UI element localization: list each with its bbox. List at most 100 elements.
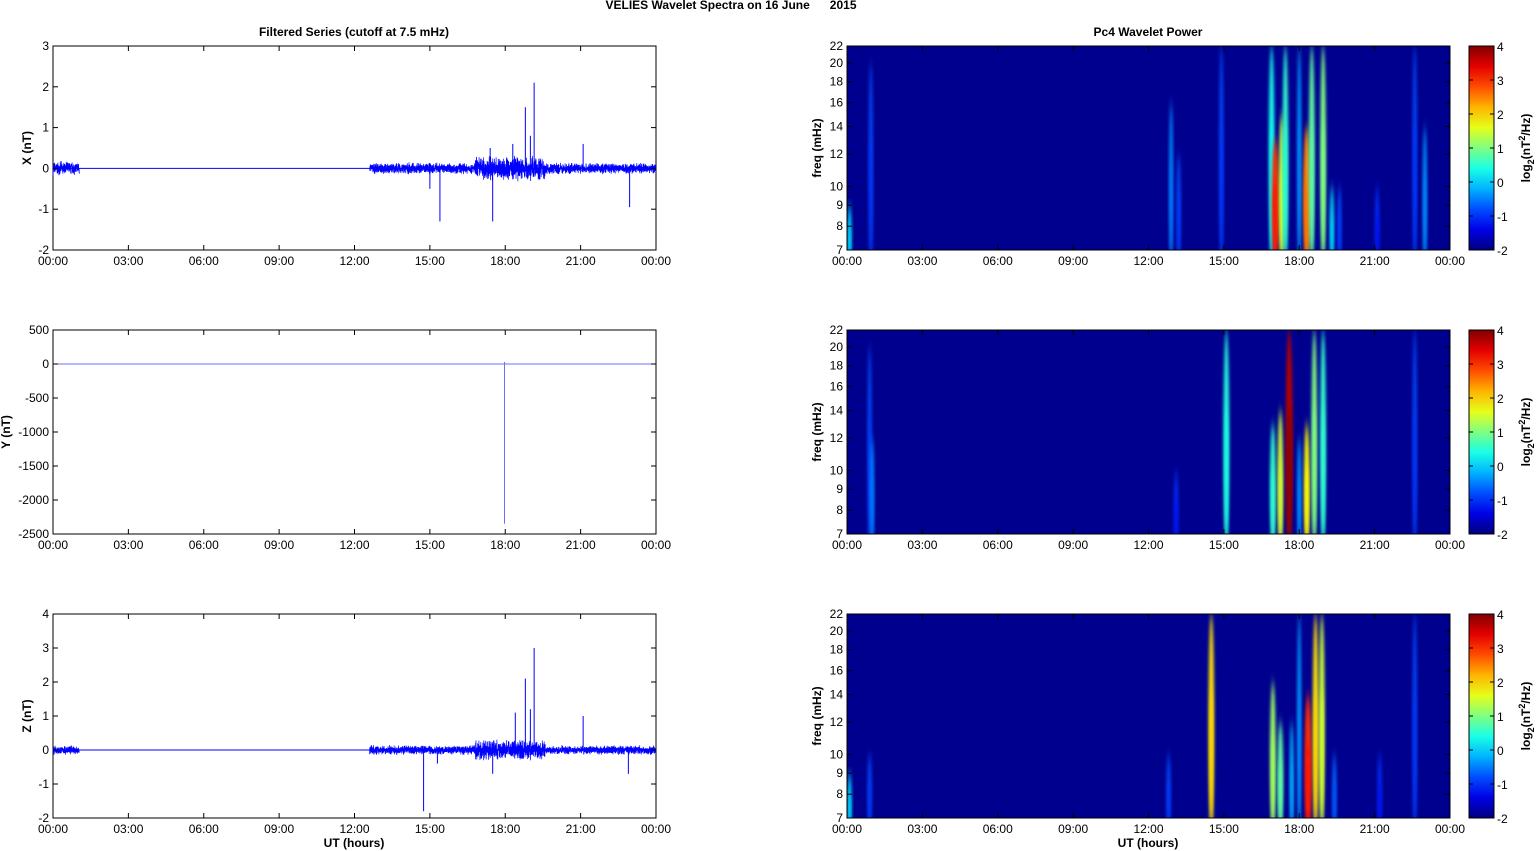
spectrogram-z-power-core bbox=[1209, 690, 1213, 818]
spectrogram-z-power-core bbox=[1320, 690, 1324, 818]
spectrogram-x-ytick-label: 12 bbox=[830, 147, 844, 161]
spectrogram-x-xtick-label: 21:00 bbox=[1360, 254, 1390, 268]
timeseries-y-ylabel: Y (nT) bbox=[0, 415, 13, 449]
spectrogram-y-xtick-label: 21:00 bbox=[1360, 538, 1390, 552]
timeseries-x-ylabel: X (nT) bbox=[20, 131, 34, 165]
timeseries-x-panel: -2-10123X (nT) bbox=[20, 39, 657, 257]
spectrogram-z-power-core bbox=[1333, 781, 1336, 818]
timeseries-x-ytick-label: 1 bbox=[42, 121, 49, 135]
timeseries-x-ytick-label: -1 bbox=[38, 202, 49, 216]
timeseries-z-ytick-label: 0 bbox=[42, 743, 49, 757]
spectrogram-x-xtick-label: 06:00 bbox=[983, 254, 1013, 268]
left-xlabel: UT (hours) bbox=[324, 836, 385, 850]
colorbar-label-part: log bbox=[1519, 448, 1533, 466]
colorbar-tick-label: 4 bbox=[1497, 324, 1504, 338]
spectrogram-x-background bbox=[847, 46, 1450, 250]
colorbar-tick-label: -1 bbox=[1497, 778, 1508, 792]
spectrogram-z-panel: 78910121416182022freq (mHz)-2-101234log2… bbox=[810, 607, 1536, 826]
timeseries-y-xtick-label: 00:00 bbox=[641, 538, 671, 552]
colorbar-tick-label: 4 bbox=[1497, 608, 1504, 622]
timeseries-y-xtick-label: 21:00 bbox=[566, 538, 596, 552]
colorbar-label-part: /Hz) bbox=[1519, 682, 1533, 704]
timeseries-y-xtick-label: 18:00 bbox=[490, 538, 520, 552]
timeseries-z-xtick-label: 00:00 bbox=[38, 822, 68, 836]
timeseries-y-ytick-label: -1500 bbox=[18, 459, 49, 473]
spectrogram-y-power-core bbox=[1278, 458, 1282, 534]
spectrogram-y-xtick-label: 12:00 bbox=[1133, 538, 1163, 552]
spectrogram-x-power-core bbox=[1220, 122, 1223, 250]
colorbar-label-part: /Hz) bbox=[1519, 398, 1533, 420]
spectrogram-x-ytick-label: 8 bbox=[836, 219, 843, 233]
colorbar-label-part: log bbox=[1519, 732, 1533, 750]
figure: VELIES Wavelet Spectra on 16 June 2015 F… bbox=[0, 0, 1536, 850]
spectrogram-z-ytick-label: 20 bbox=[830, 624, 844, 638]
colorbar-label-part: (nT bbox=[1519, 708, 1533, 727]
spectrogram-x-power-core bbox=[1304, 174, 1309, 250]
spectrogram-x-power-core bbox=[1338, 213, 1341, 250]
spectrogram-z-ytick-label: 12 bbox=[830, 715, 844, 729]
spectrogram-z-xtick-label: 09:00 bbox=[1058, 822, 1088, 836]
spectrogram-x-ytick-label: 18 bbox=[830, 75, 844, 89]
spectrogram-x-power-core bbox=[1310, 122, 1314, 250]
spectrogram-z-ytick-label: 14 bbox=[830, 688, 844, 702]
colorbar-tick-label: 1 bbox=[1497, 426, 1504, 440]
timeseries-z-ytick-label: 3 bbox=[42, 641, 49, 655]
spectrogram-z-xtick-label: 00:00 bbox=[832, 822, 862, 836]
spectrogram-y-ytick-label: 22 bbox=[830, 323, 844, 337]
timeseries-z-xtick-label: 06:00 bbox=[189, 822, 219, 836]
timeseries-z-panel: -2-101234Z (nT) bbox=[20, 607, 657, 825]
spectrogram-z-background bbox=[847, 614, 1450, 818]
spectrogram-x-power-core bbox=[1298, 122, 1301, 250]
spectrogram-x-xtick-label: 12:00 bbox=[1133, 254, 1163, 268]
spectrogram-x-ytick-label: 22 bbox=[830, 39, 844, 53]
spectrogram-y-xtick-label: 09:00 bbox=[1058, 538, 1088, 552]
spectrogram-x-panel: 78910121416182022freq (mHz)-2-101234log2… bbox=[810, 39, 1536, 258]
timeseries-z-xtick-label: 18:00 bbox=[490, 822, 520, 836]
spectrogram-x-xtick-label: 00:00 bbox=[1435, 254, 1465, 268]
spectrogram-z-xtick-label: 12:00 bbox=[1133, 822, 1163, 836]
right-xlabel: UT (hours) bbox=[1118, 836, 1179, 850]
spectrogram-y-power-core bbox=[1224, 406, 1228, 534]
colorbar-tick-label: 2 bbox=[1497, 676, 1504, 690]
figure-title: VELIES Wavelet Spectra on 16 June 2015 bbox=[606, 0, 857, 12]
colorbar-tick-label: 4 bbox=[1497, 40, 1504, 54]
timeseries-z-ytick-label: 2 bbox=[42, 675, 49, 689]
spectrogram-x-power-core bbox=[1177, 192, 1180, 250]
spectrogram-y-background bbox=[847, 330, 1450, 534]
spectrogram-x-ytick-label: 20 bbox=[830, 56, 844, 70]
timeseries-x-xtick-label: 00:00 bbox=[38, 254, 68, 268]
timeseries-x-ytick-label: 2 bbox=[42, 80, 49, 94]
spectrogram-y-power-core bbox=[1312, 406, 1316, 534]
colorbar-tick-label: -2 bbox=[1497, 812, 1508, 826]
colorbar-tick-label: -2 bbox=[1497, 528, 1508, 542]
colorbar-label-part: (nT bbox=[1519, 424, 1533, 443]
timeseries-x-ytick-label: 3 bbox=[42, 39, 49, 53]
spectrogram-y-ytick-label: 10 bbox=[830, 463, 844, 477]
spectrogram-z-power-core bbox=[1167, 781, 1170, 818]
colorbar-tick-label: 3 bbox=[1497, 642, 1504, 656]
timeseries-z-ytick-label: -1 bbox=[38, 777, 49, 791]
timeseries-x-xtick-label: 09:00 bbox=[264, 254, 294, 268]
colorbar-label: log2(nT2/Hz) bbox=[1517, 682, 1536, 751]
timeseries-x-xtick-label: 03:00 bbox=[113, 254, 143, 268]
spectrogram-z-xtick-label: 00:00 bbox=[1435, 822, 1465, 836]
timeseries-z-xtick-label: 00:00 bbox=[641, 822, 671, 836]
timeseries-x-xtick-label: 00:00 bbox=[641, 254, 671, 268]
timeseries-y-ytick-label: 0 bbox=[42, 357, 49, 371]
spectrogram-y-xtick-label: 00:00 bbox=[832, 538, 862, 552]
spectrogram-y-power-core bbox=[1321, 406, 1325, 534]
spectrogram-y-power-core bbox=[1413, 406, 1416, 534]
timeseries-x-axes bbox=[52, 45, 657, 251]
timeseries-y-xtick-label: 09:00 bbox=[264, 538, 294, 552]
spectrogram-z-power-core bbox=[1271, 734, 1275, 818]
colorbar-label: log2(nT2/Hz) bbox=[1517, 114, 1536, 183]
spectrogram-x-power-core bbox=[1321, 122, 1325, 250]
colorbar-tick-label: 3 bbox=[1497, 74, 1504, 88]
colorbar-label-part: /Hz) bbox=[1519, 114, 1533, 136]
spectrogram-y-power-core bbox=[1271, 467, 1275, 534]
colorbar-label: log2(nT2/Hz) bbox=[1517, 398, 1536, 467]
spectrogram-y-ytick-label: 14 bbox=[830, 404, 844, 418]
timeseries-z-ytick-label: 4 bbox=[42, 607, 49, 621]
colorbar-tick-label: 3 bbox=[1497, 358, 1504, 372]
spectrogram-y-power-core bbox=[871, 476, 874, 534]
